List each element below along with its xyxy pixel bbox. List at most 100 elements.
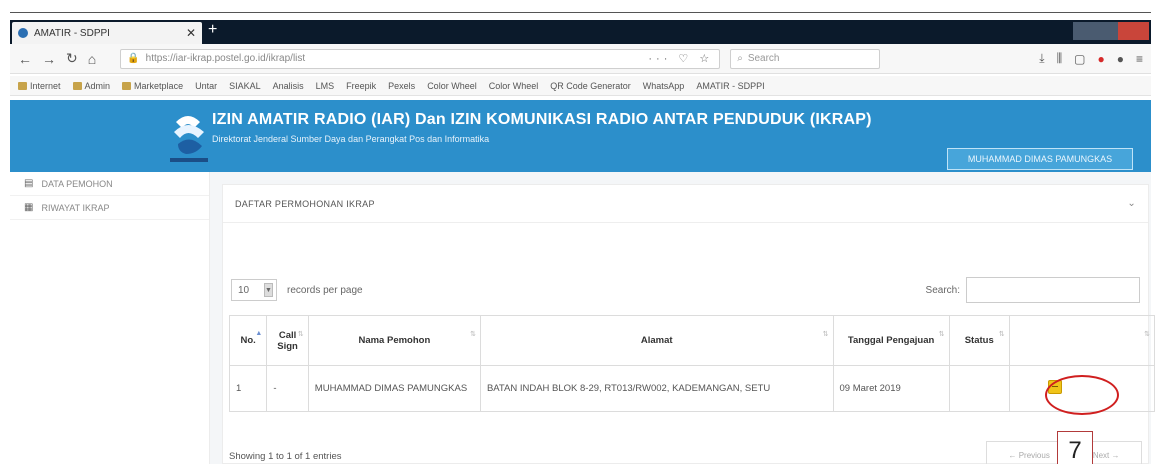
window-controls [1073,22,1150,40]
extension-icon[interactable]: ● [1117,52,1124,66]
sort-icon: ⇅ [1144,331,1150,338]
sort-icon: ▲ [255,330,263,337]
bookmark-item[interactable]: AMATIR - SDPPI [696,81,764,91]
applications-table: No. ▲ Call Sign ⇅ Nama Pemohon ⇅ Alamat ⇅ Ta… [228,315,1156,412]
tab-title: AMATIR - SDPPI [34,27,110,39]
user-menu-button[interactable]: MUHAMMAD DIMAS PAMUNGKAS [947,148,1133,170]
column-header-tanggal[interactable]: Tanggal Pengajuan ⇅ [832,315,950,366]
search-label: Search: [925,284,960,296]
browser-tab-bar: AMATIR - SDPPI ✕ + [10,20,1151,44]
sort-icon: ⇅ [470,331,476,338]
pagination-previous[interactable]: ← Previous [1008,451,1049,460]
bookmark-item[interactable]: Pexels [388,81,415,91]
reload-icon[interactable]: ↻ [66,50,78,67]
column-header-call-sign[interactable]: Call Sign ⇅ [266,315,309,366]
browser-tab[interactable]: AMATIR - SDPPI ✕ [12,22,202,44]
cell-tanggal: 09 Maret 2019 [832,365,950,412]
adblock-icon[interactable]: ● [1097,52,1104,66]
menu-icon[interactable]: ≡ [1136,52,1143,66]
folder-icon [122,81,132,90]
cell-alamat: BATAN INDAH BLOK 8-29, RT013/RW002, KADE… [479,365,834,412]
sort-icon: ⇅ [998,331,1005,338]
sort-icon: ⇅ [297,331,304,338]
lock-icon: 🔒 [127,53,140,64]
bookmark-item[interactable]: Internet [18,81,61,91]
sidebar-toggle-icon[interactable]: ▢ [1074,52,1085,66]
search-input[interactable] [966,277,1140,303]
url-text: https://iar-ikrap.postel.go.id/ikrap/lis… [145,53,306,64]
table-search: Search: [926,277,1140,303]
favicon-icon [18,28,28,38]
site-header: IZIN AMATIR RADIO (IAR) Dan IZIN KOMUNIK… [10,100,1151,172]
bookmark-item[interactable]: QR Code Generator [550,81,631,91]
history-icon: ▦ [24,202,34,213]
table-row: 1 - MUHAMMAD DIMAS PAMUNGKAS BATAN INDAH… [228,365,1156,412]
bookmark-item[interactable]: Marketplace [122,81,183,91]
bookmark-item[interactable]: Admin [72,81,110,91]
sort-icon: ⇅ [822,331,829,338]
sidebar-item-label: DATA PEMOHON [41,178,113,189]
sidebar: ▤ DATA PEMOHON ▦ RIWAYAT IKRAP [10,172,210,464]
column-header-alamat[interactable]: Alamat ⇅ [479,315,834,366]
site-subtitle: Direktorat Jenderal Sumber Daya dan Pera… [212,134,490,144]
kominfo-logo-icon [170,116,208,162]
chevron-down-icon: ▼ [264,283,273,297]
cell-status [948,365,1010,412]
bookmark-item[interactable]: Color Wheel [489,81,539,91]
bookmarks-bar: Internet Admin Marketplace Untar SIAKAL … [10,76,1151,96]
browser-nav-bar: ← → ↻ ⌂ 🔒 https://iar-ikrap.postel.go.id… [10,44,1151,74]
cell-no: 1 [228,365,268,412]
search-icon: ⌕ [737,53,743,64]
library-icon[interactable]: ⫼ [1057,51,1063,66]
bookmark-item[interactable]: WhatsApp [643,81,685,91]
bookmark-item[interactable]: Analisis [273,81,304,91]
back-icon[interactable]: ← [18,51,32,67]
applications-panel: DAFTAR PERMOHONAN IKRAP ⌄ 10 ▼ records p… [222,184,1156,464]
records-per-page-select[interactable]: 10 ▼ [231,279,277,301]
bookmark-item[interactable]: LMS [316,81,335,91]
bookmark-item[interactable]: SIAKAL [229,81,261,91]
table-toolbar: 10 ▼ records per page Search: [231,277,1140,303]
main-content: DAFTAR PERMOHONAN IKRAP ⌄ 10 ▼ records p… [210,172,1156,464]
bookmark-item[interactable]: Untar [195,81,217,91]
folder-icon [72,81,82,90]
bookmark-item[interactable]: Freepik [346,81,376,91]
collapse-chevron-icon[interactable]: ⌄ [1127,198,1136,209]
panel-title: DAFTAR PERMOHONAN IKRAP [235,198,375,209]
column-header-nama-pemohon[interactable]: Nama Pemohon ⇅ [307,315,481,366]
cell-call-sign: - [266,365,309,412]
address-bar[interactable]: 🔒 https://iar-ikrap.postel.go.id/ikrap/l… [120,48,721,69]
sidebar-item-label: RIWAYAT IKRAP [41,202,110,213]
forward-icon[interactable]: → [42,51,56,67]
step-callout: 7 [1057,431,1093,464]
browser-search-placeholder: Search [747,53,780,64]
site-title: IZIN AMATIR RADIO (IAR) Dan IZIN KOMUNIK… [212,111,872,128]
pagination-next[interactable]: Next → [1093,451,1120,460]
column-header-status[interactable]: Status ⇅ [948,315,1010,366]
folder-icon [18,81,27,90]
column-header-actions[interactable]: ⇅ [1008,315,1156,366]
panel-header: DAFTAR PERMOHONAN IKRAP ⌄ [223,185,1148,223]
cell-nama: MUHAMMAD DIMAS PAMUNGKAS [307,365,481,412]
download-icon[interactable]: ⤓ [1039,51,1044,66]
browser-search-box[interactable]: ⌕ Search [730,48,881,69]
highlight-circle [1045,375,1119,415]
sort-icon: ⇅ [938,331,945,338]
close-window-button[interactable] [1117,22,1150,40]
records-per-page-label: records per page [287,284,363,296]
maximize-button[interactable] [1095,22,1118,40]
browser-toolbar: ⤓ ⫼ ▢ ● ● ≡ [1039,51,1143,66]
table-header-row: No. ▲ Call Sign ⇅ Nama Pemohon ⇅ Alamat ⇅ Ta… [228,315,1156,366]
home-icon[interactable]: ⌂ [88,51,96,67]
minimize-button[interactable] [1073,22,1096,40]
column-header-no[interactable]: No. ▲ [228,315,268,366]
page-actions-icon[interactable]: ··· ♡ ☆ [648,52,713,65]
table-info: Showing 1 to 1 of 1 entries [229,451,342,462]
top-divider [10,12,1151,13]
document-icon: ▤ [24,178,34,189]
sidebar-item-data-pemohon[interactable]: ▤ DATA PEMOHON [10,172,209,196]
sidebar-item-riwayat-ikrap[interactable]: ▦ RIWAYAT IKRAP [10,196,209,220]
close-tab-icon[interactable]: ✕ [186,26,196,40]
new-tab-button[interactable]: + [208,21,217,39]
bookmark-item[interactable]: Color Wheel [427,81,477,91]
